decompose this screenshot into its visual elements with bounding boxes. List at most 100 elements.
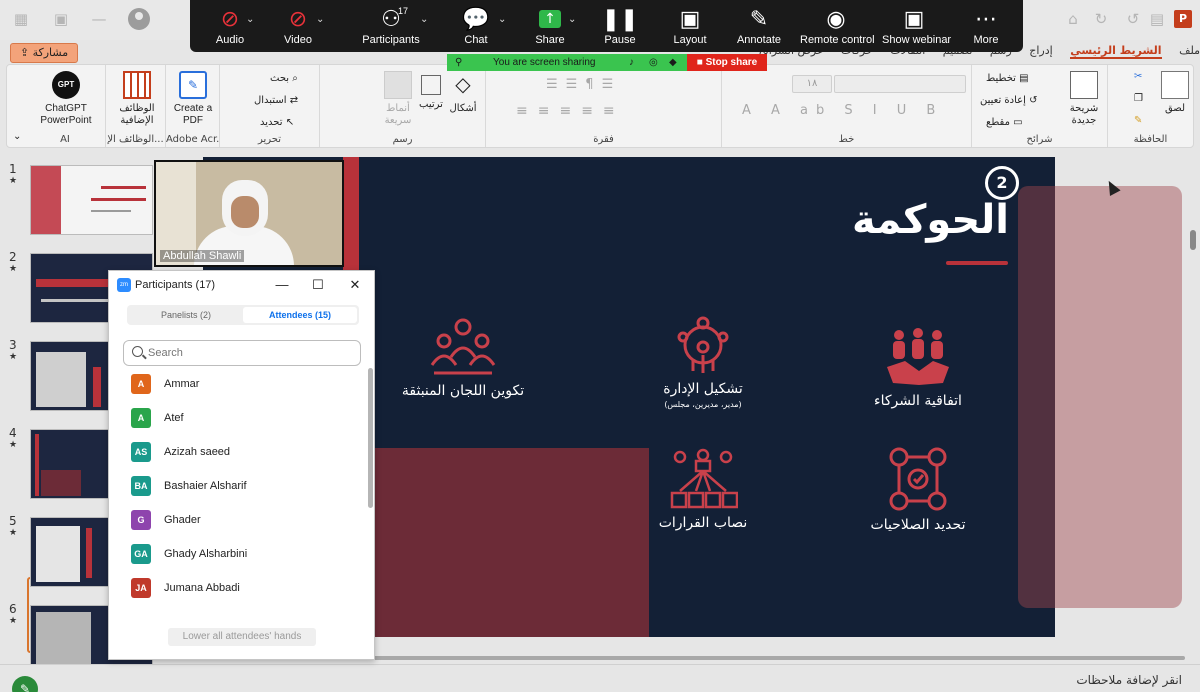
search-icon	[132, 346, 143, 357]
grid-icon[interactable]: ▦	[12, 10, 30, 28]
show-webinar-button[interactable]: ▣ Show webinar	[882, 6, 951, 50]
new-slide-button[interactable]: شريحة جديدة	[1064, 71, 1104, 127]
layout-button[interactable]: ▤ تخطيط	[986, 73, 1029, 84]
select-button[interactable]: ↖ تحديد	[260, 117, 294, 128]
layout-button[interactable]: ▣ Layout	[668, 6, 712, 50]
reset-label: إعادة تعيين	[980, 95, 1026, 106]
presentation-icon[interactable]: ⌂	[1064, 10, 1082, 28]
reset-button[interactable]: ↺ إعادة تعيين	[980, 95, 1038, 106]
ribbon-group-paragraph-label: فقرة	[593, 134, 614, 145]
notes-bar[interactable]: انقر لإضافة ملاحظات	[0, 664, 1200, 692]
ribbon-collapse-icon[interactable]: ⌄	[13, 131, 21, 142]
attendee-row[interactable]: AS Azizah saeed	[109, 442, 367, 476]
participants-options-chevron-icon[interactable]: ⌄	[420, 14, 428, 25]
more-button[interactable]: ⋯ More	[966, 6, 1006, 50]
audio-options-chevron-icon[interactable]: ⌄	[246, 14, 254, 25]
desktop: ▦ ▣ — ⌂ ↻ ↺ ▤ P مشاركة ⇪ ملف الشريط الرئ…	[0, 0, 1200, 692]
find-icon: ⌕	[292, 73, 298, 84]
ribbon-group-draw: أنماط سريعة ترتيب ◇ أشكال رسم	[319, 65, 485, 147]
share-screen-button[interactable]: ↑ Share	[530, 6, 570, 50]
format-painter-icon[interactable]: ✎	[1134, 115, 1142, 126]
share-options-chevron-icon[interactable]: ⌄	[568, 14, 576, 25]
attendee-name: Jumana Abbadi	[164, 582, 240, 594]
share-button[interactable]: مشاركة ⇪	[10, 43, 78, 63]
tab-attendees[interactable]: Attendees (15)	[243, 307, 357, 323]
create-pdf-button[interactable]: ✎ Create a PDF	[168, 71, 218, 127]
align-buttons[interactable]: ≡≡≡≡≡	[516, 103, 625, 119]
font-format-buttons[interactable]: A A ab S I U B	[742, 103, 943, 118]
arrange-button[interactable]: ترتيب	[416, 71, 446, 111]
video-options-chevron-icon[interactable]: ⌄	[316, 14, 324, 25]
tab-file[interactable]: ملف	[1179, 44, 1200, 57]
participants-button[interactable]: ⚇ Participants	[356, 6, 426, 50]
font-size-box[interactable]: ١٨	[792, 75, 832, 93]
search-input[interactable]	[148, 345, 348, 361]
attendee-row[interactable]: BA Bashaier Alsharif	[109, 476, 367, 510]
title-underline	[946, 261, 1008, 265]
minimize-icon[interactable]: —	[90, 10, 108, 28]
notes-placeholder[interactable]: انقر لإضافة ملاحظات	[1076, 673, 1182, 687]
replace-button[interactable]: ⇄ استبدال	[254, 95, 298, 106]
section-label: مقطع	[986, 117, 1010, 128]
tab-insert[interactable]: إدراج	[1029, 44, 1052, 57]
animation-star-icon: ★	[9, 528, 18, 538]
attendee-row[interactable]: GA Ghady Alsharbini	[109, 544, 367, 578]
tab-home[interactable]: الشريط الرئيسي	[1070, 44, 1162, 59]
slide-title: الحوكمة	[852, 197, 1009, 243]
cut-icon[interactable]: ✂	[1134, 71, 1142, 82]
minimize-icon[interactable]: —	[273, 276, 291, 294]
ribbon-group-clipboard-label: الحافظة	[1133, 134, 1168, 145]
copy-icon[interactable]: ❐	[1134, 93, 1143, 104]
avatar: G	[131, 510, 151, 530]
vertical-scroll-thumb[interactable]	[1190, 230, 1196, 250]
participants-search[interactable]	[123, 340, 361, 366]
audio-button[interactable]: ⊘ Audio	[210, 6, 250, 50]
remote-control-button[interactable]: ◉ Remote control	[800, 6, 875, 50]
tab-panelists[interactable]: Panelists (2)	[129, 307, 243, 323]
attendee-list-scrollbar[interactable]	[368, 368, 373, 608]
zoom-meeting-toolbar: ⊘ Audio ⌄ ⊘ Video ⌄ ⚇ Participants 17 ⌄ …	[190, 0, 1023, 52]
share-button-label: مشاركة	[32, 46, 69, 59]
attendee-row[interactable]: A Atef	[109, 408, 367, 442]
window-icon[interactable]: ▣	[52, 10, 70, 28]
animation-star-icon: ★	[9, 352, 18, 362]
attendee-name: Ghader	[164, 514, 201, 526]
maximize-icon[interactable]: ☐	[309, 276, 327, 294]
attendee-row[interactable]: JA Jumana Abbadi	[109, 578, 367, 611]
attendee-scroll-thumb[interactable]	[368, 368, 373, 508]
attendee-name: Ghady Alsharbini	[164, 548, 248, 560]
attendee-row[interactable]: G Ghader	[109, 510, 367, 544]
redo-icon[interactable]: ↻	[1092, 10, 1110, 28]
paste-button[interactable]: لصق	[1160, 71, 1190, 115]
list-buttons[interactable]: ☰¶☰☰	[546, 77, 621, 92]
slide-number: 5	[9, 514, 17, 528]
chat-options-chevron-icon[interactable]: ⌄	[498, 14, 506, 25]
slide-vertical-scrollbar[interactable]	[1186, 150, 1200, 648]
find-button[interactable]: ⌕ بحث	[270, 73, 298, 84]
more-label: More	[973, 34, 999, 46]
webcam-video[interactable]: Abdullah Shawli	[154, 160, 344, 267]
addins-button[interactable]: الوظائف الإضافية	[112, 71, 162, 127]
attendee-row[interactable]: A Ammar	[109, 374, 367, 408]
lower-all-hands-button[interactable]: Lower all attendees' hands	[168, 628, 316, 646]
layout-label: Layout	[673, 34, 707, 46]
pause-share-button[interactable]: ❚❚ Pause	[600, 6, 640, 50]
ribbon: GPT ChatGPT PowerPoint AI الوظائف الإضاف…	[6, 64, 1194, 148]
close-icon[interactable]: ✕	[346, 276, 364, 294]
slide-number: 3	[9, 338, 17, 352]
annotate-button[interactable]: ✎ Annotate	[736, 6, 782, 50]
quick-styles-button[interactable]: أنماط سريعة	[378, 71, 418, 127]
zoom-logo-icon: zm	[117, 278, 131, 292]
video-button[interactable]: ⊘ Video	[278, 6, 318, 50]
stop-share-button[interactable]: ■ Stop share	[687, 54, 767, 71]
undo-icon[interactable]: ↺	[1124, 10, 1142, 28]
font-name-box[interactable]	[834, 75, 966, 93]
account-avatar[interactable]	[128, 8, 150, 30]
shapes-button[interactable]: ◇ أشكال	[446, 71, 480, 115]
chatgpt-button[interactable]: GPT ChatGPT PowerPoint	[31, 71, 101, 127]
section-button[interactable]: ▭ مقطع	[986, 117, 1023, 128]
chat-button[interactable]: 💬 Chat	[458, 6, 494, 50]
slide-thumbnail-1[interactable]	[30, 165, 153, 235]
save-icon[interactable]: ▤	[1148, 10, 1166, 28]
pin-icon[interactable]: ⚲	[455, 54, 462, 71]
